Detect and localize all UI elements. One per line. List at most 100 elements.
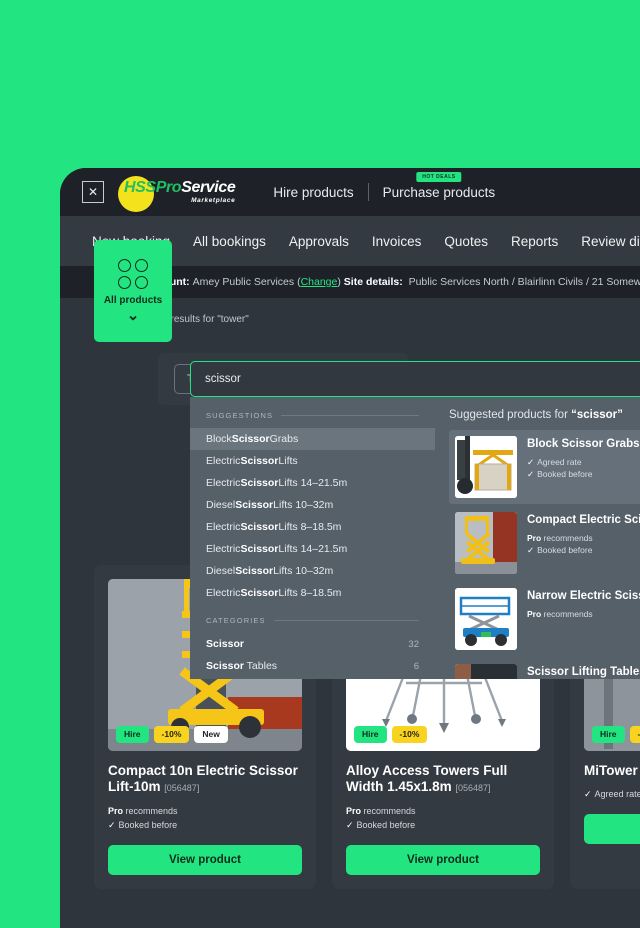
customer-account-value: Amey Public Services xyxy=(192,276,295,288)
suggested-product-info: Narrow Electric Scissor Lift Pro recomme… xyxy=(527,588,640,650)
search-input[interactable]: scissor xyxy=(190,361,640,397)
suggestion-item[interactable]: Diesel Scissor Lifts 10–32m xyxy=(190,560,435,582)
check-icon: ✓ xyxy=(527,469,535,480)
view-product-button[interactable]: View product xyxy=(346,844,540,875)
badge-hire: Hire xyxy=(354,725,387,743)
nav-item-review-disputes[interactable]: Review disputes xyxy=(581,234,640,249)
suggestion-item[interactable]: Electric Scissor Lifts xyxy=(190,450,435,472)
category-item[interactable]: Scissor Tables 6 xyxy=(190,655,435,677)
product-title: Alloy Access Towers Full Width 1.45x1.8m… xyxy=(346,763,540,796)
suggestion-pre: Diesel xyxy=(206,565,236,577)
suggested-product-thumb xyxy=(455,664,517,679)
pro-label: Pro xyxy=(346,805,362,816)
suggested-product-thumb xyxy=(455,512,517,574)
product-sku: [056487] xyxy=(164,783,200,794)
suggestion-item[interactable]: Electric Scissor Lifts 8–18.5m xyxy=(190,582,435,604)
suggestion-item[interactable]: Electric Scissor Lifts 14–21.5m xyxy=(190,472,435,494)
pro-label: Pro xyxy=(527,533,542,543)
check-icon: ✓ xyxy=(346,819,354,830)
top-nav-hire-products[interactable]: Hire products xyxy=(259,185,367,200)
pro-text: recommends xyxy=(123,805,178,816)
badge-discount: -10% xyxy=(153,725,190,743)
nav-item-invoices[interactable]: Invoices xyxy=(372,234,422,249)
suggestion-item[interactable]: Block Scissor Grabs xyxy=(190,428,435,450)
check-icon: ✓ xyxy=(584,789,592,800)
suggestion-post: Lifts 8–18.5m xyxy=(278,587,342,599)
product-title: Compact 10n Electric Scissor Lift-10m [0… xyxy=(108,763,302,796)
suggestion-pre: Electric xyxy=(206,543,241,555)
suggested-products-column: Suggested products for “scissor” Block S… xyxy=(435,397,640,679)
badge-discount: -10% xyxy=(391,725,428,743)
suggested-product-name: Scissor Lifting Tables xyxy=(527,666,640,678)
product-flag: Agreed rate xyxy=(594,789,640,800)
suggestion-match: Scissor xyxy=(240,477,279,489)
view-product-button[interactable]: View product xyxy=(108,844,302,875)
suggested-product-card[interactable]: Scissor Lifting Tables Pro recommends ✓A… xyxy=(449,658,640,679)
close-icon[interactable]: ✕ xyxy=(82,181,104,203)
suggestion-post: Lifts 14–21.5m xyxy=(278,543,348,555)
top-nav-purchase-products-label: Purchase products xyxy=(382,184,496,200)
suggestion-match: Scissor xyxy=(231,433,270,445)
check-icon: ✓ xyxy=(108,819,116,830)
nav-item-quotes[interactable]: Quotes xyxy=(444,234,488,249)
suggestion-pre: Diesel xyxy=(206,499,236,511)
category-count: 32 xyxy=(408,638,419,650)
yellow-scissor-lift-icon xyxy=(455,512,517,574)
suggestions-heading-text: SUGGESTIONS xyxy=(206,411,274,420)
category-item[interactable]: Scissor 32 xyxy=(190,633,435,655)
suggestion-post: Grabs xyxy=(269,433,299,445)
suggested-product-name: Narrow Electric Scissor Lift xyxy=(527,590,640,602)
all-products-label: All products xyxy=(103,295,163,306)
suggestion-item[interactable]: Electric Scissor Lifts 14–21.5m xyxy=(190,538,435,560)
suggestion-match: Scissor xyxy=(240,543,279,555)
chevron-down-icon: ⌄ xyxy=(126,307,140,324)
suggested-product-card[interactable]: Block Scissor Grabs ✓ Agreed rate ✓ Booked… xyxy=(449,430,640,504)
categories-heading-text: CATEGORIES xyxy=(206,616,266,625)
product-title-text: Compact 10n Electric Scissor Lift-10m xyxy=(108,763,298,795)
suggested-products-title: Suggested products for “scissor” xyxy=(449,409,640,421)
nav-item-approvals[interactable]: Approvals xyxy=(289,234,349,249)
product-meta: Pro recommends ✓ Booked before xyxy=(346,805,540,833)
view-product-button[interactable]: View product xyxy=(584,814,640,845)
product-badges: Hire -10% New xyxy=(116,725,228,743)
suggested-product-name: Compact Electric Scissor Lift xyxy=(527,514,640,526)
badge-discount: -10% xyxy=(629,725,640,743)
scissor-lifting-table-icon xyxy=(455,664,517,679)
suggested-product-meta: Pro recommends xyxy=(527,608,640,620)
pro-text: recommends xyxy=(541,533,593,543)
suggestion-item[interactable]: Electric Scissor Lifts 8–18.5m xyxy=(190,516,435,538)
product-badges: Hire -10% xyxy=(354,725,428,743)
suggestion-post: Lifts xyxy=(278,455,298,467)
pro-text: recommends xyxy=(361,805,416,816)
suggested-product-card[interactable]: Narrow Electric Scissor Lift Pro recomme… xyxy=(449,582,640,656)
site-details-label: Site details: xyxy=(343,276,403,288)
hss-proservice-logo[interactable]: HSSProService Marketplace xyxy=(118,176,236,212)
all-products-tile[interactable]: All products ⌄ xyxy=(94,240,172,342)
suggested-product-card[interactable]: Compact Electric Scissor Lift Pro recomm… xyxy=(449,506,640,580)
suggestion-post: Lifts 10–32m xyxy=(273,565,334,577)
product-flag: Booked before xyxy=(118,819,178,830)
nav-item-reports[interactable]: Reports xyxy=(511,234,558,249)
top-nav-purchase-products[interactable]: HOT DEALS Purchase products xyxy=(369,171,510,200)
suggestion-match: Scissor xyxy=(240,521,279,533)
change-account-link[interactable]: Change xyxy=(301,276,338,288)
suggestion-match: Scissor xyxy=(235,565,274,577)
suggestions-heading: SUGGESTIONS xyxy=(190,411,435,420)
suggestion-post: Lifts 10–32m xyxy=(273,499,334,511)
grid-dots-icon xyxy=(118,259,148,289)
category-match: Scissor xyxy=(206,638,244,650)
suggestion-item[interactable]: Diesel Scissor Lifts 10–32m xyxy=(190,494,435,516)
suggestions-column: SUGGESTIONS Block Scissor Grabs Electric… xyxy=(190,397,435,679)
suggestion-pre: Electric xyxy=(206,521,241,533)
blue-scissor-lift-icon xyxy=(455,588,517,650)
logo-service: Service xyxy=(181,179,236,196)
search-dropdown: SUGGESTIONS Block Scissor Grabs Electric… xyxy=(190,397,640,679)
pro-label: Pro xyxy=(108,805,124,816)
logo-pro: Pro xyxy=(155,179,182,196)
check-icon: ✓ xyxy=(527,457,535,467)
nav-item-all-bookings[interactable]: All bookings xyxy=(193,234,266,249)
suggested-product-flag: Agreed rate xyxy=(537,457,582,467)
suggested-product-thumb xyxy=(455,588,517,650)
badge-new: New xyxy=(194,725,228,743)
suggested-title-term: “scissor” xyxy=(571,409,623,421)
